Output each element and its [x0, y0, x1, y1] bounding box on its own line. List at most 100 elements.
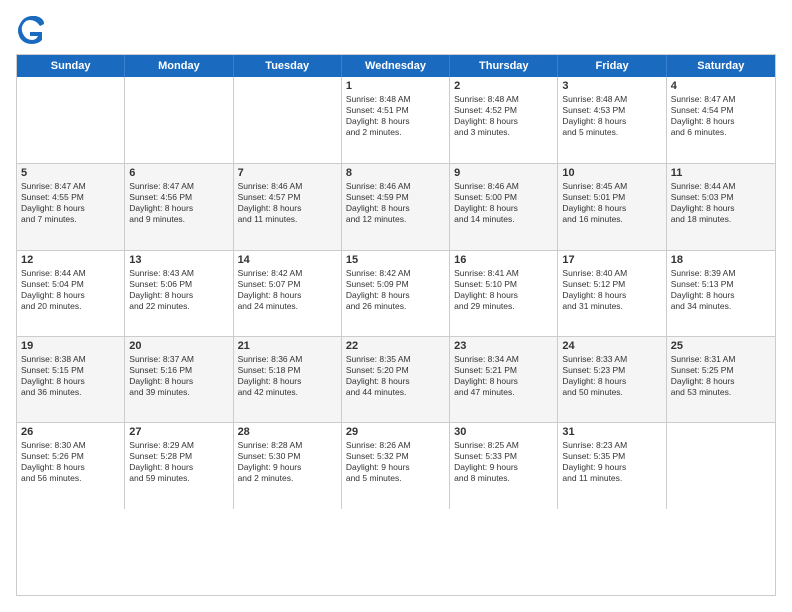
calendar-row: 5Sunrise: 8:47 AMSunset: 4:55 PMDaylight…: [17, 163, 775, 249]
cell-info-line: Sunset: 5:35 PM: [562, 451, 661, 462]
cell-info-line: and 5 minutes.: [346, 473, 445, 484]
cell-info-line: and 8 minutes.: [454, 473, 553, 484]
cell-info-line: Sunrise: 8:31 AM: [671, 354, 771, 365]
cell-info-line: Daylight: 8 hours: [562, 203, 661, 214]
calendar-cell: 25Sunrise: 8:31 AMSunset: 5:25 PMDayligh…: [667, 337, 775, 422]
cell-info-line: Sunrise: 8:48 AM: [562, 94, 661, 105]
calendar-cell: 28Sunrise: 8:28 AMSunset: 5:30 PMDayligh…: [234, 423, 342, 508]
cell-info-line: and 36 minutes.: [21, 387, 120, 398]
cell-info-line: Sunrise: 8:46 AM: [238, 181, 337, 192]
cell-info-line: Sunset: 4:55 PM: [21, 192, 120, 203]
calendar-cell: 7Sunrise: 8:46 AMSunset: 4:57 PMDaylight…: [234, 164, 342, 249]
day-number: 24: [562, 340, 661, 352]
calendar-cell: 2Sunrise: 8:48 AMSunset: 4:52 PMDaylight…: [450, 77, 558, 163]
calendar-cell: 17Sunrise: 8:40 AMSunset: 5:12 PMDayligh…: [558, 251, 666, 336]
cell-info-line: and 7 minutes.: [21, 214, 120, 225]
cell-info-line: and 2 minutes.: [346, 127, 445, 138]
cell-info-line: and 16 minutes.: [562, 214, 661, 225]
cell-info-line: Daylight: 9 hours: [346, 462, 445, 473]
calendar-cell: 16Sunrise: 8:41 AMSunset: 5:10 PMDayligh…: [450, 251, 558, 336]
header: [16, 16, 776, 44]
day-number: 28: [238, 426, 337, 438]
cell-info-line: Sunset: 5:20 PM: [346, 365, 445, 376]
cell-info-line: Daylight: 8 hours: [238, 376, 337, 387]
cell-info-line: Sunrise: 8:47 AM: [21, 181, 120, 192]
cell-info-line: Sunset: 5:23 PM: [562, 365, 661, 376]
day-number: 22: [346, 340, 445, 352]
cell-info-line: and 11 minutes.: [562, 473, 661, 484]
cell-info-line: Sunrise: 8:29 AM: [129, 440, 228, 451]
cell-info-line: Sunset: 4:59 PM: [346, 192, 445, 203]
cell-info-line: Daylight: 8 hours: [562, 376, 661, 387]
cell-info-line: Sunrise: 8:40 AM: [562, 268, 661, 279]
calendar-cell: 10Sunrise: 8:45 AMSunset: 5:01 PMDayligh…: [558, 164, 666, 249]
logo-icon: [16, 16, 44, 44]
day-number: 17: [562, 254, 661, 266]
cell-info-line: Daylight: 8 hours: [129, 462, 228, 473]
cell-info-line: Sunrise: 8:41 AM: [454, 268, 553, 279]
header-cell-thursday: Thursday: [450, 55, 558, 77]
cell-info-line: and 47 minutes.: [454, 387, 553, 398]
calendar-cell: 4Sunrise: 8:47 AMSunset: 4:54 PMDaylight…: [667, 77, 775, 163]
cell-info-line: Daylight: 8 hours: [671, 290, 771, 301]
cell-info-line: Sunset: 5:26 PM: [21, 451, 120, 462]
header-cell-friday: Friday: [558, 55, 666, 77]
cell-info-line: Sunset: 5:16 PM: [129, 365, 228, 376]
header-cell-tuesday: Tuesday: [234, 55, 342, 77]
cell-info-line: and 50 minutes.: [562, 387, 661, 398]
calendar-cell: 1Sunrise: 8:48 AMSunset: 4:51 PMDaylight…: [342, 77, 450, 163]
day-number: 9: [454, 167, 553, 179]
cell-info-line: Sunset: 5:25 PM: [671, 365, 771, 376]
calendar: SundayMondayTuesdayWednesdayThursdayFrid…: [16, 54, 776, 596]
cell-info-line: Sunrise: 8:28 AM: [238, 440, 337, 451]
cell-info-line: Sunset: 4:57 PM: [238, 192, 337, 203]
cell-info-line: Sunrise: 8:30 AM: [21, 440, 120, 451]
cell-info-line: Sunrise: 8:44 AM: [671, 181, 771, 192]
cell-info-line: Daylight: 8 hours: [346, 290, 445, 301]
cell-info-line: Sunrise: 8:44 AM: [21, 268, 120, 279]
cell-info-line: Sunset: 4:56 PM: [129, 192, 228, 203]
calendar-cell: 19Sunrise: 8:38 AMSunset: 5:15 PMDayligh…: [17, 337, 125, 422]
day-number: 31: [562, 426, 661, 438]
cell-info-line: Sunset: 5:03 PM: [671, 192, 771, 203]
cell-info-line: Daylight: 8 hours: [238, 290, 337, 301]
cell-info-line: Sunrise: 8:36 AM: [238, 354, 337, 365]
calendar-cell: 22Sunrise: 8:35 AMSunset: 5:20 PMDayligh…: [342, 337, 450, 422]
cell-info-line: Sunset: 5:21 PM: [454, 365, 553, 376]
cell-info-line: Sunrise: 8:48 AM: [346, 94, 445, 105]
cell-info-line: Sunset: 4:53 PM: [562, 105, 661, 116]
cell-info-line: and 11 minutes.: [238, 214, 337, 225]
cell-info-line: and 44 minutes.: [346, 387, 445, 398]
day-number: 25: [671, 340, 771, 352]
cell-info-line: Sunrise: 8:23 AM: [562, 440, 661, 451]
cell-info-line: Sunrise: 8:35 AM: [346, 354, 445, 365]
cell-info-line: Sunrise: 8:43 AM: [129, 268, 228, 279]
cell-info-line: and 22 minutes.: [129, 301, 228, 312]
cell-info-line: Sunset: 5:01 PM: [562, 192, 661, 203]
cell-info-line: and 12 minutes.: [346, 214, 445, 225]
cell-info-line: Sunset: 5:28 PM: [129, 451, 228, 462]
header-cell-saturday: Saturday: [667, 55, 775, 77]
cell-info-line: Sunset: 5:10 PM: [454, 279, 553, 290]
day-number: 13: [129, 254, 228, 266]
day-number: 21: [238, 340, 337, 352]
cell-info-line: and 6 minutes.: [671, 127, 771, 138]
cell-info-line: Daylight: 8 hours: [346, 116, 445, 127]
cell-info-line: Sunset: 5:15 PM: [21, 365, 120, 376]
calendar-row: 12Sunrise: 8:44 AMSunset: 5:04 PMDayligh…: [17, 250, 775, 336]
day-number: 14: [238, 254, 337, 266]
cell-info-line: Sunrise: 8:42 AM: [346, 268, 445, 279]
cell-info-line: Daylight: 8 hours: [671, 116, 771, 127]
cell-info-line: and 24 minutes.: [238, 301, 337, 312]
cell-info-line: Daylight: 9 hours: [454, 462, 553, 473]
calendar-cell: 29Sunrise: 8:26 AMSunset: 5:32 PMDayligh…: [342, 423, 450, 508]
day-number: 7: [238, 167, 337, 179]
day-number: 11: [671, 167, 771, 179]
cell-info-line: Sunset: 5:13 PM: [671, 279, 771, 290]
calendar-cell: [234, 77, 342, 163]
cell-info-line: Sunrise: 8:33 AM: [562, 354, 661, 365]
cell-info-line: Sunset: 4:52 PM: [454, 105, 553, 116]
day-number: 1: [346, 80, 445, 92]
cell-info-line: Sunrise: 8:48 AM: [454, 94, 553, 105]
cell-info-line: Daylight: 9 hours: [562, 462, 661, 473]
